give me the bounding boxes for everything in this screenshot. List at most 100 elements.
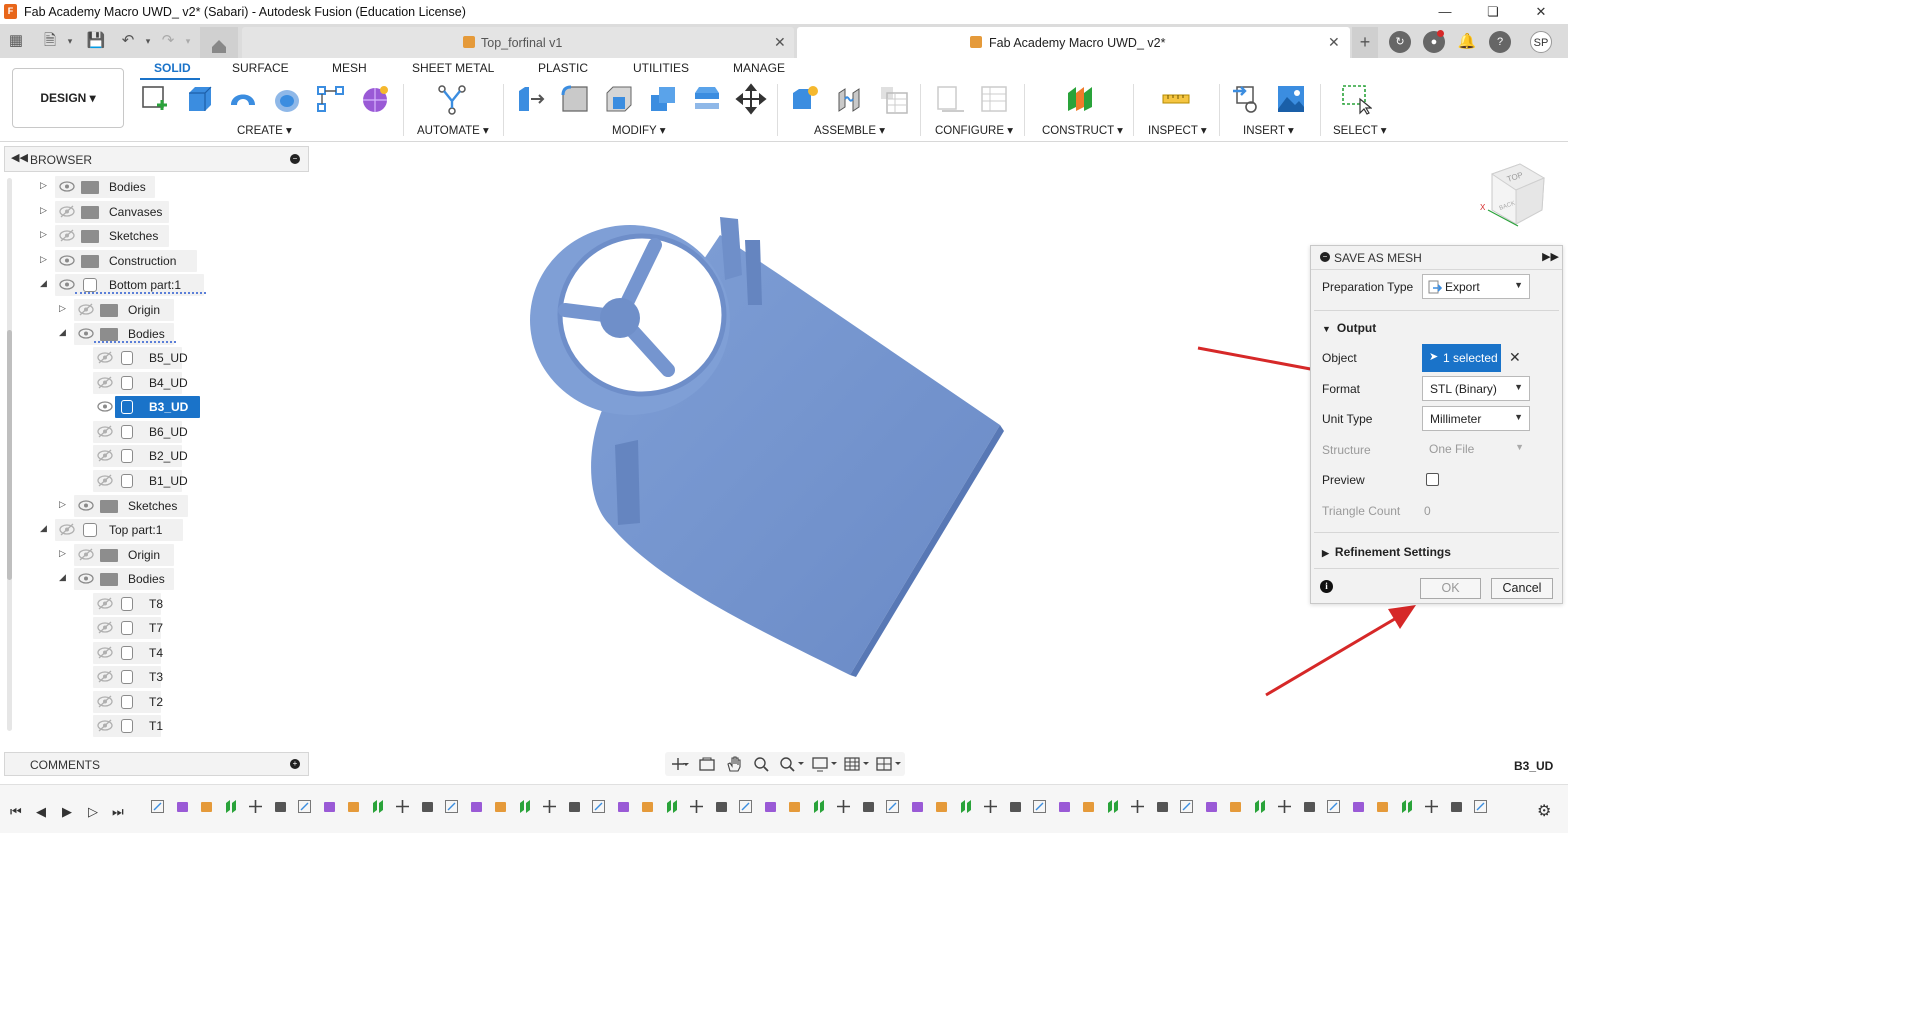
automate-menu[interactable]: AUTOMATE ▾	[417, 123, 489, 137]
bom-icon[interactable]	[877, 83, 909, 115]
browser-item-b2-ud[interactable]: B2_UD	[0, 445, 310, 467]
timeline-feature-move-icon[interactable]	[248, 799, 263, 814]
timeline-feature-combine-icon[interactable]	[567, 799, 582, 814]
collapse-arrow-icon[interactable]: ◢	[40, 278, 50, 289]
go-to-end-icon[interactable]: ⏭	[112, 804, 124, 820]
visibility-hidden-icon[interactable]	[97, 474, 113, 487]
insert-canvas-icon[interactable]	[1275, 83, 1307, 115]
zoom-window-icon[interactable]	[752, 755, 770, 773]
browser-item-origin[interactable]: ▷ Origin	[0, 299, 310, 321]
minimize-button[interactable]: —	[1422, 0, 1468, 24]
browser-item-t7[interactable]: T7	[0, 617, 310, 639]
redo-icon[interactable]: ↷	[158, 31, 178, 51]
collapse-arrow-icon[interactable]: ◢	[59, 327, 69, 338]
expand-arrow-icon[interactable]: ▷	[40, 180, 50, 191]
browser-item-t8[interactable]: T8	[0, 593, 310, 615]
refinement-section-toggle[interactable]: ▶ Refinement Settings	[1322, 545, 1451, 559]
go-to-start-icon[interactable]: ⏮	[10, 804, 22, 820]
tab-fab-academy[interactable]: Fab Academy Macro UWD_ v2* ✕	[797, 27, 1350, 58]
timeline-feature-move-icon[interactable]	[395, 799, 410, 814]
timeline-feature-extrude-icon[interactable]	[1204, 799, 1219, 814]
window-select-icon[interactable]	[1340, 83, 1372, 115]
timeline-feature-sketch-icon[interactable]	[1326, 799, 1341, 814]
construct-menu[interactable]: CONSTRUCT ▾	[1042, 123, 1123, 137]
tab-plastic[interactable]: PLASTIC	[538, 61, 588, 75]
file-menu-icon[interactable]: 🗎	[40, 31, 60, 51]
timeline-feature-combine-icon[interactable]	[420, 799, 435, 814]
combine-icon[interactable]	[647, 83, 679, 115]
timeline-feature-move-icon[interactable]	[983, 799, 998, 814]
modify-menu[interactable]: MODIFY ▾	[612, 123, 665, 137]
format-select[interactable]: STL (Binary) ▼	[1422, 376, 1530, 401]
visibility-hidden-icon[interactable]	[97, 351, 113, 364]
rectangular-pattern-icon[interactable]	[315, 83, 347, 115]
save-icon[interactable]: 💾	[86, 31, 106, 51]
tab-surface[interactable]: SURFACE	[232, 61, 289, 75]
timeline-feature-fillet-icon[interactable]	[346, 799, 361, 814]
timeline-feature-combine-icon[interactable]	[1008, 799, 1023, 814]
configure-icon[interactable]	[934, 83, 966, 115]
clear-selection-icon[interactable]: ✕	[1509, 349, 1521, 366]
timeline-feature-fillet-icon[interactable]	[1081, 799, 1096, 814]
visibility-hidden-icon[interactable]	[59, 229, 75, 242]
ok-button[interactable]: OK	[1420, 578, 1481, 599]
browser-item-b3-ud[interactable]: B3_UD	[0, 396, 310, 418]
timeline-feature-sketch-icon[interactable]	[1032, 799, 1047, 814]
timeline-feature-sketch-icon[interactable]	[297, 799, 312, 814]
browser-item-b4-ud[interactable]: B4_UD	[0, 372, 310, 394]
tab-sheet-metal[interactable]: SHEET METAL	[412, 61, 494, 75]
timeline-feature-construct-icon[interactable]	[1253, 799, 1268, 814]
browser-item-bottom-part-1[interactable]: ◢ Bottom part:1	[0, 274, 310, 296]
timeline-feature-combine-icon[interactable]	[1302, 799, 1317, 814]
form-icon[interactable]	[359, 83, 391, 115]
offset-face-icon[interactable]	[691, 83, 723, 115]
notifications-bell-icon[interactable]: 🔔	[1456, 31, 1478, 53]
close-tab-icon[interactable]: ✕	[774, 34, 786, 51]
redo-dropdown-icon[interactable]: ▾	[178, 31, 198, 51]
browser-item-t1[interactable]: T1	[0, 715, 310, 737]
timeline-feature-sketch-icon[interactable]	[1179, 799, 1194, 814]
info-icon[interactable]: i	[1320, 580, 1333, 593]
timeline-feature-construct-icon[interactable]	[371, 799, 386, 814]
browser-item-t2[interactable]: T2	[0, 691, 310, 713]
viewports-icon[interactable]	[875, 755, 903, 773]
3d-model-viewport[interactable]	[520, 205, 1020, 685]
expand-arrow-icon[interactable]: ▷	[40, 254, 50, 265]
timeline-feature-fillet-icon[interactable]	[1375, 799, 1390, 814]
expand-arrow-icon[interactable]: ▷	[40, 205, 50, 216]
expand-arrow-icon[interactable]: ▷	[59, 548, 69, 559]
browser-item-sketches[interactable]: ▷ Sketches	[0, 495, 310, 517]
help-icon[interactable]: ?	[1489, 31, 1511, 53]
step-back-icon[interactable]: ◀	[36, 804, 46, 820]
timeline-feature-construct-icon[interactable]	[665, 799, 680, 814]
timeline-feature-combine-icon[interactable]	[1449, 799, 1464, 814]
timeline-feature-move-icon[interactable]	[1277, 799, 1292, 814]
timeline-feature-fillet-icon[interactable]	[934, 799, 949, 814]
fit-zoom-icon[interactable]	[778, 755, 806, 773]
revolve-icon[interactable]	[227, 83, 259, 115]
apps-grid-icon[interactable]: ▦	[6, 31, 26, 51]
timeline-feature-sketch-icon[interactable]	[738, 799, 753, 814]
dialog-collapse-icon[interactable]: −	[1320, 252, 1330, 262]
timeline-feature-fillet-icon[interactable]	[787, 799, 802, 814]
visibility-hidden-icon[interactable]	[78, 548, 94, 561]
timeline-feature-fillet-icon[interactable]	[640, 799, 655, 814]
timeline-feature-extrude-icon[interactable]	[469, 799, 484, 814]
timeline-feature-sketch-icon[interactable]	[444, 799, 459, 814]
configuration-table-icon[interactable]	[978, 83, 1010, 115]
new-tab-button[interactable]: +	[1352, 27, 1378, 58]
tab-mesh[interactable]: MESH	[332, 61, 367, 75]
timeline-feature-fillet-icon[interactable]	[1228, 799, 1243, 814]
press-pull-icon[interactable]	[515, 83, 547, 115]
insert-menu[interactable]: INSERT ▾	[1243, 123, 1294, 137]
browser-item-bodies[interactable]: ◢ Bodies	[0, 323, 310, 345]
timeline-feature-sketch-icon[interactable]	[591, 799, 606, 814]
browser-item-origin[interactable]: ▷ Origin	[0, 544, 310, 566]
timeline-feature-move-icon[interactable]	[836, 799, 851, 814]
timeline-feature-combine-icon[interactable]	[1155, 799, 1170, 814]
look-at-icon[interactable]	[698, 756, 716, 772]
timeline-feature-combine-icon[interactable]	[714, 799, 729, 814]
extrude-icon[interactable]	[183, 83, 215, 115]
visibility-eye-icon[interactable]	[78, 327, 94, 340]
visibility-hidden-icon[interactable]	[59, 205, 75, 218]
